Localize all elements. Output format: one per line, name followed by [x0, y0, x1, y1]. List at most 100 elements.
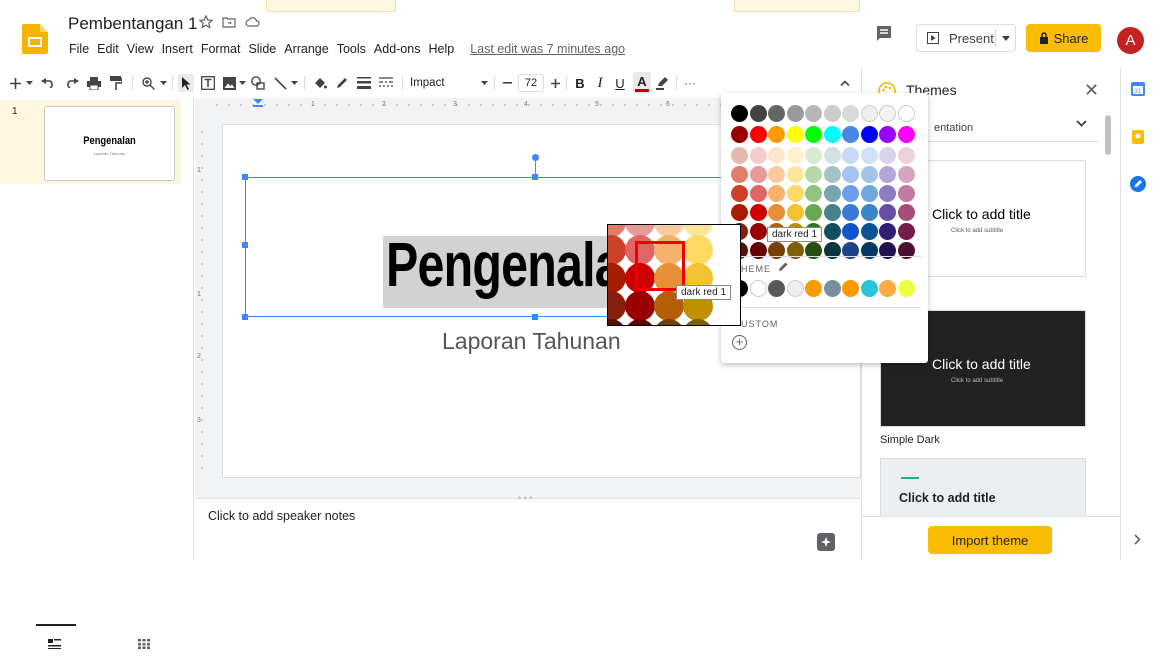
color-swatch[interactable]	[731, 166, 748, 183]
vertical-ruler[interactable]: 1 1 2 3	[195, 120, 205, 480]
shape-icon[interactable]	[250, 74, 266, 92]
slides-logo-icon[interactable]	[22, 24, 48, 54]
text-box-icon[interactable]	[200, 74, 216, 92]
line-icon[interactable]	[272, 74, 288, 92]
slide-thumbnail[interactable]: Pengenalan Laporan Tahunan	[44, 106, 175, 181]
theme-color-swatch[interactable]	[879, 280, 896, 297]
color-swatch[interactable]	[897, 204, 915, 221]
theme-card[interactable]: Click to add title	[880, 458, 1086, 516]
cloud-saved-icon[interactable]	[245, 15, 260, 29]
theme-color-swatch[interactable]	[786, 280, 804, 297]
font-family-select[interactable]: Impact	[410, 74, 470, 92]
color-swatch[interactable]	[860, 223, 878, 240]
color-swatch[interactable]	[731, 204, 748, 221]
line-dropdown-icon[interactable]	[290, 74, 298, 92]
color-swatch[interactable]	[860, 204, 878, 221]
paint-format-icon[interactable]	[108, 74, 124, 92]
color-swatch[interactable]	[860, 126, 878, 143]
color-swatch[interactable]	[768, 166, 785, 183]
resize-handle[interactable]	[532, 314, 538, 320]
color-swatch[interactable]	[768, 185, 785, 202]
color-swatch[interactable]	[823, 185, 841, 202]
notes-resize-handle[interactable]: • • •	[518, 493, 532, 503]
color-swatch[interactable]	[823, 166, 841, 183]
border-dash-icon[interactable]	[378, 74, 394, 92]
color-swatch[interactable]	[731, 126, 748, 143]
color-swatch[interactable]	[768, 147, 785, 164]
color-swatch[interactable]	[879, 223, 896, 240]
theme-color-swatch[interactable]	[805, 280, 822, 297]
new-slide-icon[interactable]	[8, 74, 22, 92]
explore-icon[interactable]	[817, 533, 835, 551]
color-swatch[interactable]	[842, 223, 859, 240]
menu-slide[interactable]: Slide	[247, 42, 277, 56]
collapse-toolbar-icon[interactable]	[838, 74, 852, 92]
italic-icon[interactable]: I	[592, 74, 608, 92]
color-swatch[interactable]	[805, 185, 822, 202]
color-swatch[interactable]	[749, 185, 767, 202]
star-icon[interactable]	[199, 15, 213, 29]
color-swatch[interactable]	[842, 147, 859, 164]
resize-handle[interactable]	[242, 242, 248, 248]
speaker-notes-input[interactable]: Click to add speaker notes	[208, 509, 355, 523]
select-tool-icon[interactable]	[178, 74, 194, 92]
color-swatch[interactable]	[860, 147, 878, 164]
menu-format[interactable]: Format	[200, 42, 242, 56]
menu-insert[interactable]: Insert	[161, 42, 194, 56]
color-swatch[interactable]	[731, 147, 748, 164]
more-options-icon[interactable]: ···	[682, 74, 698, 92]
chevron-down-icon[interactable]	[1002, 36, 1010, 41]
color-swatch[interactable]	[823, 147, 841, 164]
keep-icon[interactable]	[1131, 130, 1145, 144]
color-swatch[interactable]	[823, 126, 841, 143]
font-dropdown-icon[interactable]	[480, 74, 488, 92]
menu-help[interactable]: Help	[427, 42, 455, 56]
theme-color-swatch[interactable]	[749, 280, 767, 297]
theme-color-swatch[interactable]	[860, 280, 878, 297]
resize-handle[interactable]	[242, 174, 248, 180]
text-color-icon[interactable]: A	[633, 72, 651, 94]
color-swatch[interactable]	[897, 223, 915, 240]
filmstrip-view-icon[interactable]	[48, 639, 61, 649]
menu-edit[interactable]: Edit	[96, 42, 120, 56]
zoom-dropdown-icon[interactable]	[158, 74, 168, 92]
present-button[interactable]: Present	[916, 24, 1016, 52]
color-swatch[interactable]	[786, 166, 804, 183]
undo-icon[interactable]	[40, 74, 56, 92]
new-slide-dropdown-icon[interactable]	[24, 74, 34, 92]
color-swatch[interactable]	[897, 105, 915, 122]
color-swatch[interactable]	[879, 126, 896, 143]
border-weight-icon[interactable]	[356, 74, 372, 92]
color-swatch[interactable]	[749, 166, 767, 183]
add-custom-color-icon[interactable]: +	[732, 335, 747, 350]
resize-handle[interactable]	[242, 314, 248, 320]
color-swatch[interactable]	[749, 105, 767, 122]
color-swatch[interactable]	[786, 147, 804, 164]
edit-theme-colors-icon[interactable]	[778, 261, 789, 272]
color-swatch[interactable]	[786, 204, 804, 221]
comment-history-icon[interactable]	[876, 25, 898, 45]
menu-tools[interactable]: Tools	[336, 42, 367, 56]
calendar-icon[interactable]: 31	[1131, 82, 1145, 96]
color-swatch[interactable]	[731, 105, 748, 122]
color-swatch[interactable]	[897, 147, 915, 164]
color-swatch[interactable]	[823, 223, 841, 240]
border-color-icon[interactable]	[334, 74, 350, 92]
color-swatch[interactable]	[897, 166, 915, 183]
theme-color-swatch[interactable]	[842, 280, 859, 297]
chevron-right-icon[interactable]	[1134, 534, 1141, 545]
rotate-handle[interactable]	[532, 154, 539, 161]
avatar[interactable]: A	[1117, 27, 1144, 54]
color-swatch[interactable]	[768, 204, 785, 221]
document-title[interactable]: Pembentangan 1	[68, 14, 198, 34]
color-swatch[interactable]	[805, 166, 822, 183]
color-swatch[interactable]	[879, 105, 896, 122]
menu-addons[interactable]: Add-ons	[373, 42, 422, 56]
color-swatch[interactable]	[749, 223, 767, 240]
menu-file[interactable]: File	[68, 42, 90, 56]
color-swatch[interactable]	[860, 105, 878, 122]
decrease-font-size-icon[interactable]	[500, 74, 514, 92]
resize-handle[interactable]	[532, 174, 538, 180]
zoom-icon[interactable]	[140, 74, 156, 92]
color-swatch[interactable]	[860, 185, 878, 202]
